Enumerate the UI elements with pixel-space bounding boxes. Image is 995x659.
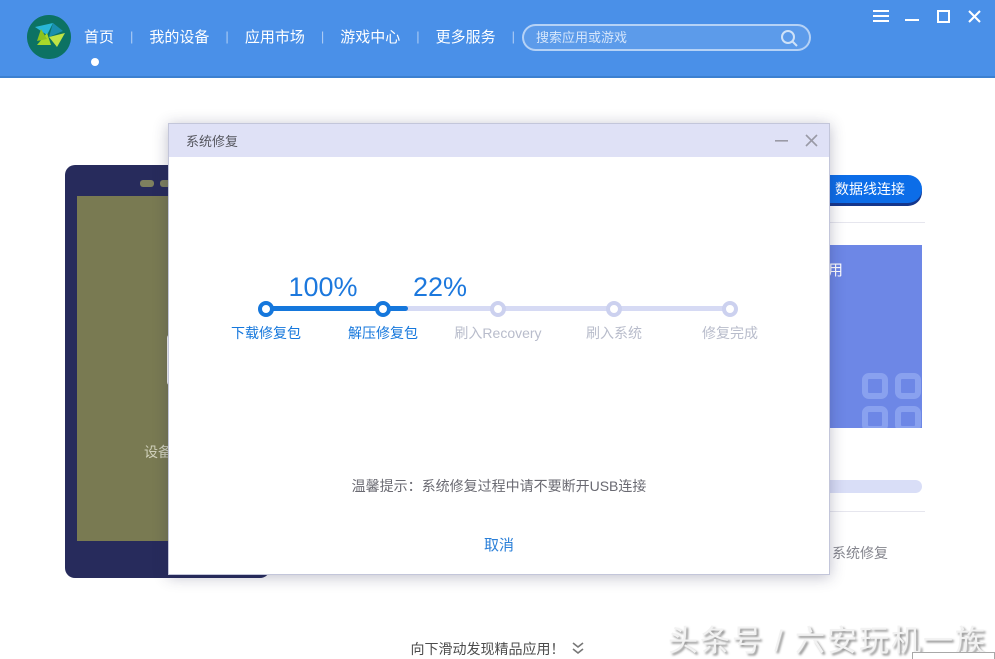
step-circle-download-package bbox=[258, 301, 274, 317]
corner-partial-box bbox=[912, 652, 995, 659]
dialog-minimize-icon[interactable] bbox=[773, 133, 789, 149]
phone-speaker-dot bbox=[140, 180, 154, 187]
system-repair-dialog: 系统修复 100% 22% 下载修复包 解压修复包 刷入Recovery 刷入系… bbox=[168, 123, 830, 575]
system-repair-menu-item[interactable]: 系统修复 bbox=[832, 543, 888, 563]
nav-separator: | bbox=[321, 29, 324, 44]
main-nav: 首页 | 我的设备 | 应用市场 | 游戏中心 | 更多服务 | bbox=[82, 26, 529, 47]
step-label-flash-system: 刷入系统 bbox=[549, 323, 679, 343]
nav-item-game-center[interactable]: 游戏中心 bbox=[338, 26, 402, 47]
window-controls bbox=[872, 8, 983, 24]
nav-separator: | bbox=[130, 29, 133, 44]
close-icon[interactable] bbox=[965, 8, 983, 24]
apps-panel-label: 用 bbox=[828, 259, 843, 280]
step-circle-flash-system bbox=[606, 301, 622, 317]
nav-separator: | bbox=[512, 29, 515, 44]
nav-separator: | bbox=[416, 29, 419, 44]
dialog-title: 系统修复 bbox=[186, 131, 238, 150]
app-logo-icon[interactable] bbox=[27, 15, 71, 59]
dialog-close-icon[interactable] bbox=[803, 133, 819, 149]
apps-grid-icon bbox=[862, 373, 921, 428]
step-circle-flash-recovery bbox=[490, 301, 506, 317]
step-label-repair-complete: 修复完成 bbox=[665, 323, 795, 343]
scroll-down-hint-text: 向下滑动发现精品应用！ bbox=[411, 641, 565, 657]
double-chevron-down-icon[interactable] bbox=[571, 642, 585, 658]
nav-item-home[interactable]: 首页 bbox=[82, 26, 116, 47]
cancel-button[interactable]: 取消 bbox=[484, 537, 514, 554]
search-input[interactable] bbox=[524, 30, 777, 45]
step-label-flash-recovery: 刷入Recovery bbox=[433, 323, 563, 343]
app-header: 首页 | 我的设备 | 应用市场 | 游戏中心 | 更多服务 | bbox=[0, 0, 995, 78]
nav-separator: | bbox=[225, 29, 228, 44]
step-label-extract-package: 解压修复包 bbox=[318, 323, 448, 343]
nav-item-more-services[interactable]: 更多服务 bbox=[434, 26, 498, 47]
nav-item-app-market[interactable]: 应用市场 bbox=[243, 26, 307, 47]
search-box[interactable] bbox=[522, 24, 811, 51]
minimize-icon[interactable] bbox=[903, 8, 921, 24]
dialog-titlebar[interactable]: 系统修复 bbox=[169, 124, 829, 157]
menu-icon[interactable] bbox=[872, 8, 890, 24]
step-percent-extract: 22% bbox=[380, 272, 500, 303]
maximize-icon[interactable] bbox=[934, 8, 952, 24]
active-nav-indicator-dot bbox=[91, 58, 99, 66]
step-circle-extract-package bbox=[375, 301, 391, 317]
usb-warning-tip: 温馨提示：系统修复过程中请不要断开USB连接 bbox=[169, 476, 829, 496]
nav-item-my-devices[interactable]: 我的设备 bbox=[147, 26, 211, 47]
step-circle-repair-complete bbox=[722, 301, 738, 317]
step-label-download-package: 下载修复包 bbox=[201, 323, 331, 343]
search-icon[interactable] bbox=[777, 29, 803, 47]
step-percent-download: 100% bbox=[263, 272, 383, 303]
